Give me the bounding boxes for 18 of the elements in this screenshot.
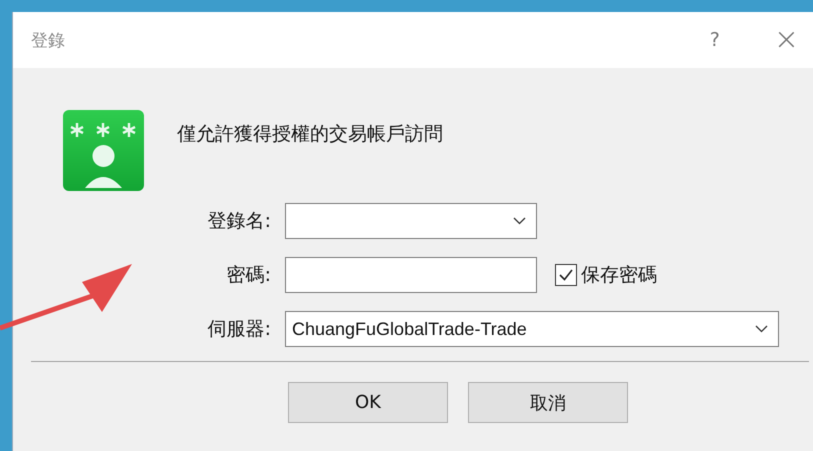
input-field[interactable] — [285, 257, 537, 293]
chevron-down-icon — [755, 325, 768, 333]
chevron-down-icon — [513, 217, 526, 225]
dropdown-field[interactable]: ChuangFuGlobalTrade-Trade — [285, 311, 779, 347]
info-message: 僅允許獲得授權的交易帳戶訪問 — [177, 122, 443, 147]
save-password-checkbox[interactable]: 保存密碼 — [555, 262, 657, 288]
field-label: 密碼: — [226, 263, 271, 288]
field-label: 登錄名: — [206, 209, 271, 234]
window-title: 登錄 — [31, 30, 66, 52]
help-button[interactable]: ? — [710, 29, 720, 51]
cancel-button[interactable]: 取消 — [468, 382, 628, 423]
checkmark-icon — [558, 268, 574, 282]
checkbox[interactable] — [555, 264, 577, 286]
user-icon — [63, 110, 144, 191]
dropdown-field[interactable] — [285, 203, 537, 239]
ok-button[interactable]: OK — [288, 382, 448, 423]
field-label: 伺服器: — [206, 317, 271, 342]
close-button[interactable]: × — [774, 25, 799, 55]
